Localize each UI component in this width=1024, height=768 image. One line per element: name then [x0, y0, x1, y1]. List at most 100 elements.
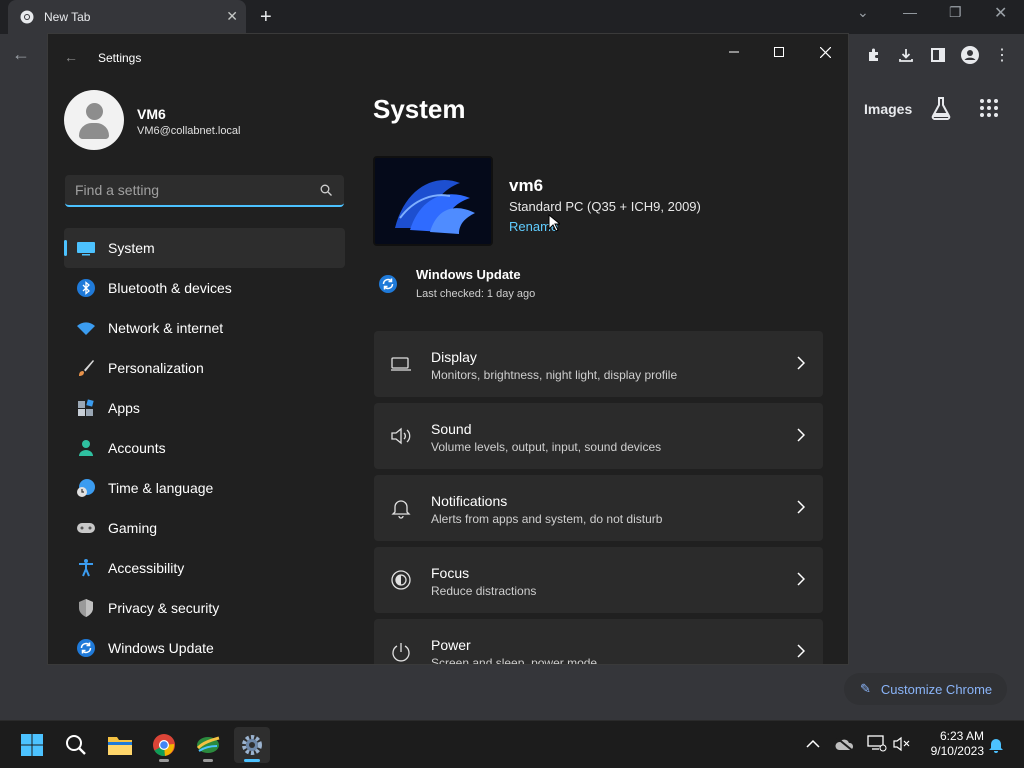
search-icon [66, 735, 86, 755]
gamepad-icon [77, 523, 95, 533]
power-icon [392, 643, 410, 662]
speaker-icon [391, 427, 411, 445]
card-title: Sound [431, 421, 472, 437]
sidebar-item-gaming[interactable]: Gaming [64, 508, 345, 548]
chevron-right-icon [797, 428, 805, 442]
device-model: Standard PC (Q35 + ICH9, 2009) [509, 199, 701, 214]
download-icon[interactable] [895, 44, 917, 66]
card-power[interactable]: Power Screen and sleep, power mode [374, 619, 823, 665]
tab-search-chevron-icon[interactable]: ⌄ [857, 4, 869, 21]
card-sound[interactable]: Sound Volume levels, output, input, soun… [374, 403, 823, 469]
chevron-right-icon [797, 572, 805, 586]
avatar [64, 90, 124, 150]
chrome-tab-new-tab[interactable]: New Tab ✕ [8, 0, 246, 34]
taskbar-clock[interactable]: 6:23 AM 9/10/2023 [924, 729, 984, 759]
windows-update-title: Windows Update [416, 267, 521, 282]
sidebar-item-label: Accessibility [108, 560, 185, 576]
shield-icon [79, 599, 93, 617]
card-subtitle: Screen and sleep, power mode [431, 656, 598, 665]
sidebar-item-privacy-security[interactable]: Privacy & security [64, 588, 345, 628]
chevron-up-icon[interactable] [806, 739, 820, 749]
sidebar-item-bluetooth[interactable]: Bluetooth & devices [64, 268, 345, 308]
settings-cards: Display Monitors, brightness, night ligh… [374, 331, 823, 665]
chrome-menu-kebab-icon[interactable]: ⋮ [991, 44, 1013, 66]
active-indicator [244, 759, 260, 762]
sidebar-item-accounts[interactable]: Accounts [64, 428, 345, 468]
tab-close-icon[interactable]: ✕ [226, 8, 238, 25]
card-title: Focus [431, 565, 470, 581]
remote-app-icon [196, 736, 220, 753]
settings-app-title: Settings [98, 51, 142, 65]
focus-icon [391, 570, 411, 590]
accessibility-icon [79, 559, 93, 577]
bluetooth-icon [77, 279, 95, 297]
notification-bell-icon[interactable] [988, 736, 1004, 754]
taskbar-settings[interactable] [234, 727, 270, 763]
settings-titlebar: ← Settings [48, 34, 848, 82]
back-arrow-icon[interactable]: ← [64, 49, 78, 65]
card-title: Notifications [431, 493, 508, 509]
windows-logo-icon [21, 734, 43, 756]
side-panel-icon[interactable] [927, 44, 949, 66]
sidebar-item-label: Privacy & security [108, 600, 220, 616]
new-tab-plus-icon[interactable]: + [260, 6, 272, 29]
taskbar-file-explorer[interactable] [102, 727, 138, 763]
taskbar-app-remote[interactable] [190, 727, 226, 763]
taskbar [0, 720, 1024, 768]
close-icon [819, 46, 831, 58]
settings-nav: System Bluetooth & devices Network & int… [64, 228, 345, 664]
bell-icon [391, 500, 411, 519]
labs-flask-icon[interactable] [930, 96, 952, 125]
chrome-close-icon[interactable]: ✕ [994, 3, 1007, 23]
sidebar-item-label: Apps [108, 400, 140, 416]
taskbar-search-button[interactable] [58, 727, 94, 763]
extensions-puzzle-icon[interactable] [863, 44, 885, 66]
sidebar-item-label: Personalization [108, 360, 204, 376]
card-focus[interactable]: Focus Reduce distractions [374, 547, 823, 613]
network-icon[interactable] [867, 735, 887, 753]
search-icon [320, 184, 332, 196]
chevron-right-icon [797, 644, 805, 658]
volume-muted-icon[interactable] [893, 736, 911, 752]
sidebar-item-system[interactable]: System [64, 228, 345, 268]
chrome-icon [153, 734, 175, 757]
tab-title: New Tab [44, 10, 91, 24]
minimize-button[interactable] [722, 42, 746, 62]
mouse-cursor-icon [548, 214, 560, 232]
onedrive-offline-icon[interactable] [835, 737, 855, 751]
card-title: Display [431, 349, 477, 365]
sidebar-item-network[interactable]: Network & internet [64, 308, 345, 348]
search-input[interactable] [75, 182, 305, 198]
taskbar-chrome[interactable] [146, 727, 182, 763]
card-title: Power [431, 637, 471, 653]
sidebar-item-label: Network & internet [108, 320, 224, 336]
device-name: vm6 [509, 176, 544, 195]
customize-chrome-button[interactable]: ✎ Customize Chrome [844, 673, 1007, 705]
card-subtitle: Monitors, brightness, night light, displ… [431, 368, 678, 382]
card-subtitle: Alerts from apps and system, do not dist… [431, 512, 663, 526]
sidebar-item-personalization[interactable]: Personalization [64, 348, 345, 388]
running-indicator [159, 759, 169, 762]
device-wallpaper-thumbnail [373, 156, 493, 246]
google-images-link[interactable]: Images [864, 101, 912, 117]
windows-update-subtitle: Last checked: 1 day ago [416, 288, 536, 300]
sidebar-item-accessibility[interactable]: Accessibility [64, 548, 345, 588]
maximize-button[interactable] [767, 42, 791, 62]
apps-icon [78, 399, 94, 416]
card-notifications[interactable]: Notifications Alerts from apps and syste… [374, 475, 823, 541]
chrome-minimize-icon[interactable]: — [903, 4, 917, 20]
sidebar-item-time-language[interactable]: Time & language [64, 468, 345, 508]
start-button[interactable] [14, 727, 50, 763]
user-name: VM6 [137, 106, 166, 122]
sidebar-item-label: Gaming [108, 520, 158, 536]
update-icon [77, 639, 95, 657]
chrome-back-icon[interactable]: ← [12, 44, 30, 65]
profile-icon[interactable] [959, 44, 981, 66]
sidebar-item-apps[interactable]: Apps [64, 388, 345, 428]
find-setting-search[interactable] [65, 175, 344, 207]
paintbrush-icon [79, 360, 94, 376]
close-button[interactable] [813, 42, 837, 62]
chrome-restore-icon[interactable]: ❐ [949, 4, 962, 21]
card-display[interactable]: Display Monitors, brightness, night ligh… [374, 331, 823, 397]
sidebar-item-windows-update[interactable]: Windows Update [64, 628, 345, 664]
